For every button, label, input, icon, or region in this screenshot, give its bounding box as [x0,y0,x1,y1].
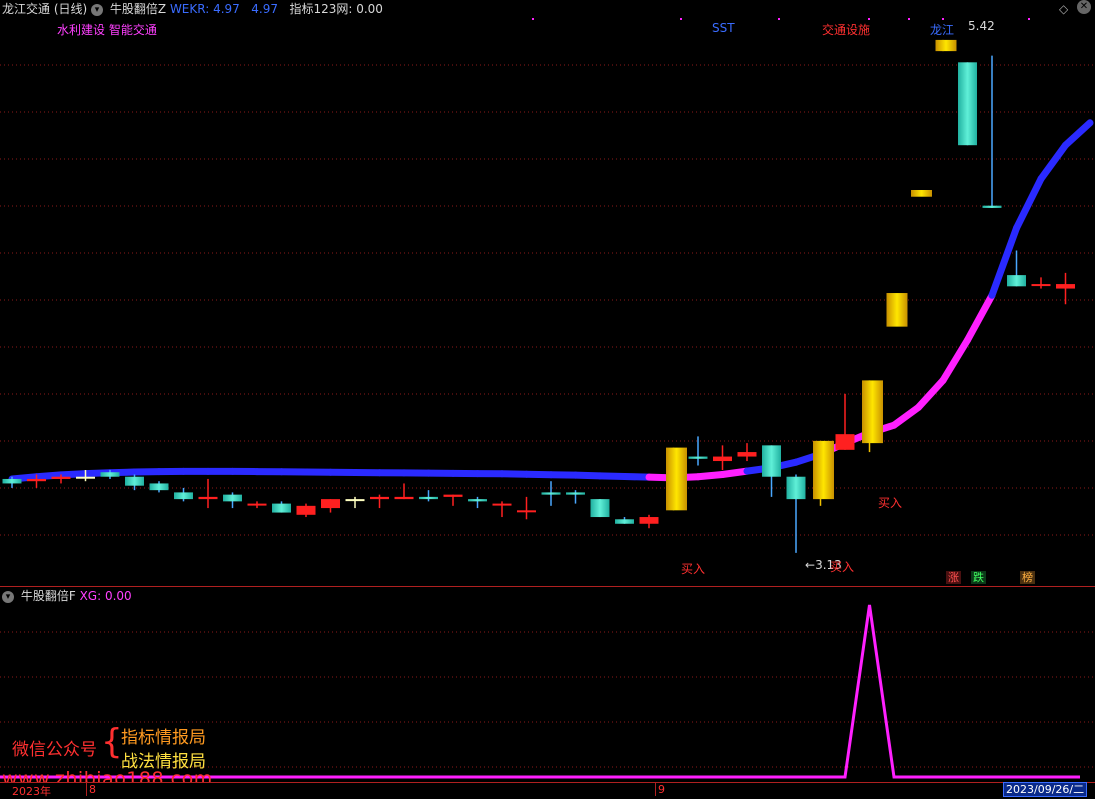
candle-body [1007,275,1026,286]
ma-line-segment [723,471,748,474]
ma-line-segment [943,340,968,380]
index-value: 0.00 [356,2,383,16]
candle-body [836,434,855,450]
marker-dot [1028,18,1030,20]
main-header: 龙江交通 (日线) ▾ 牛股翻倍Z WEKR: 4.97 4.97 指标123网… [2,0,383,18]
ma-line-segment [919,380,944,407]
value-2: 4.97 [251,2,278,16]
axis-current-date: 2023/09/26/二 [1003,782,1087,797]
sst-label: SST [712,21,735,35]
candle-body [958,62,977,145]
candle-body [272,504,291,513]
ma-line-segment [1041,145,1066,179]
candle-body [223,495,242,502]
marker-dot [778,18,780,20]
wekr-label: WEKR: [170,2,209,16]
ma-line-segment [576,475,601,476]
axis-tick-sep: 9 [655,783,665,796]
ma-line-segment [894,407,919,425]
candle-body [150,483,169,490]
marker-dot [868,18,870,20]
candle-body [517,510,536,512]
candle-body [615,519,634,523]
candlestick-chart[interactable] [0,18,1095,586]
marker-dot [942,18,944,20]
indicator-name[interactable]: 牛股翻倍Z [110,2,166,16]
candle-body [738,452,757,456]
candle-body [862,380,883,443]
dragon-label: 龙江 [930,21,954,38]
candle-body [493,504,512,506]
ma-line-segment [600,476,625,477]
ma-line-segment [698,474,723,476]
candle-body [542,492,561,494]
index-label: 指标123网: [289,2,352,16]
rise-badge[interactable]: 涨 [946,571,961,584]
marker-dot [680,18,682,20]
maximize-icon[interactable]: ◇ [1059,2,1068,16]
candle-body [1056,284,1075,288]
marker-dot [908,18,910,20]
ma-line-segment [968,295,993,340]
candle-body [983,206,1002,208]
candle-body [321,499,340,508]
axis-year: 2023年 [12,783,51,799]
ma-line-segment [1066,123,1091,145]
candle-body [813,441,834,499]
candle-body [468,499,487,501]
candle-body [174,492,193,499]
candle-body [248,504,267,506]
candle-body [395,497,414,499]
candle-body [101,472,120,476]
candle-body [689,457,708,459]
fall-badge[interactable]: 跌 [971,571,986,584]
candle-body [911,190,932,197]
candle-body [640,517,659,524]
buy-signal-1: 买入 [681,560,705,577]
candle-body [125,477,144,486]
candle-body [199,497,218,499]
candle-body [52,477,71,479]
ma-line-segment [61,474,86,475]
candle-body [419,497,438,499]
wekr-value: 4.97 [213,2,240,16]
period-label: (日线) [54,2,87,16]
candle-body [346,499,365,501]
ma-line-segment [37,475,62,477]
candle-body [27,479,46,481]
wechat-label: 微信公众号 [12,735,97,760]
time-axis[interactable] [0,782,1095,799]
candle-body [591,499,610,517]
buy-signal-2: 买入 [830,558,854,575]
rank-badge[interactable]: 榜 [1020,571,1035,584]
candle-body [936,40,957,51]
sector-label: 交通设施 [822,21,870,38]
candle-body [762,445,781,476]
high-price-label: 5.42 [968,19,995,33]
marker-dot [532,18,534,20]
ma-line-segment [625,476,650,477]
watermark-line-1: 指标情报局 [121,723,206,748]
candle-body [666,448,687,511]
axis-tick-aug: 8 [86,783,96,796]
candle-body [3,479,22,483]
candle-body [297,506,316,515]
stock-name: 龙江交通 [2,2,50,16]
indicator-toggle-icon[interactable]: ▾ [91,4,103,16]
candle-body [76,477,95,479]
buy-signal-3: 买入 [878,494,902,511]
candle-body [444,495,463,497]
ma-line-segment [12,477,37,479]
brace-symbol: { [101,722,123,762]
candle-body [887,293,908,327]
candle-body [787,477,806,499]
candle-body [370,497,389,499]
candle-body [1032,284,1051,286]
concept-tags: 水利建设 智能交通 [57,21,157,38]
close-icon[interactable]: ✕ [1077,0,1091,14]
candle-body [713,457,732,461]
ma-line-segment [1017,179,1042,228]
candle-body [566,492,585,494]
